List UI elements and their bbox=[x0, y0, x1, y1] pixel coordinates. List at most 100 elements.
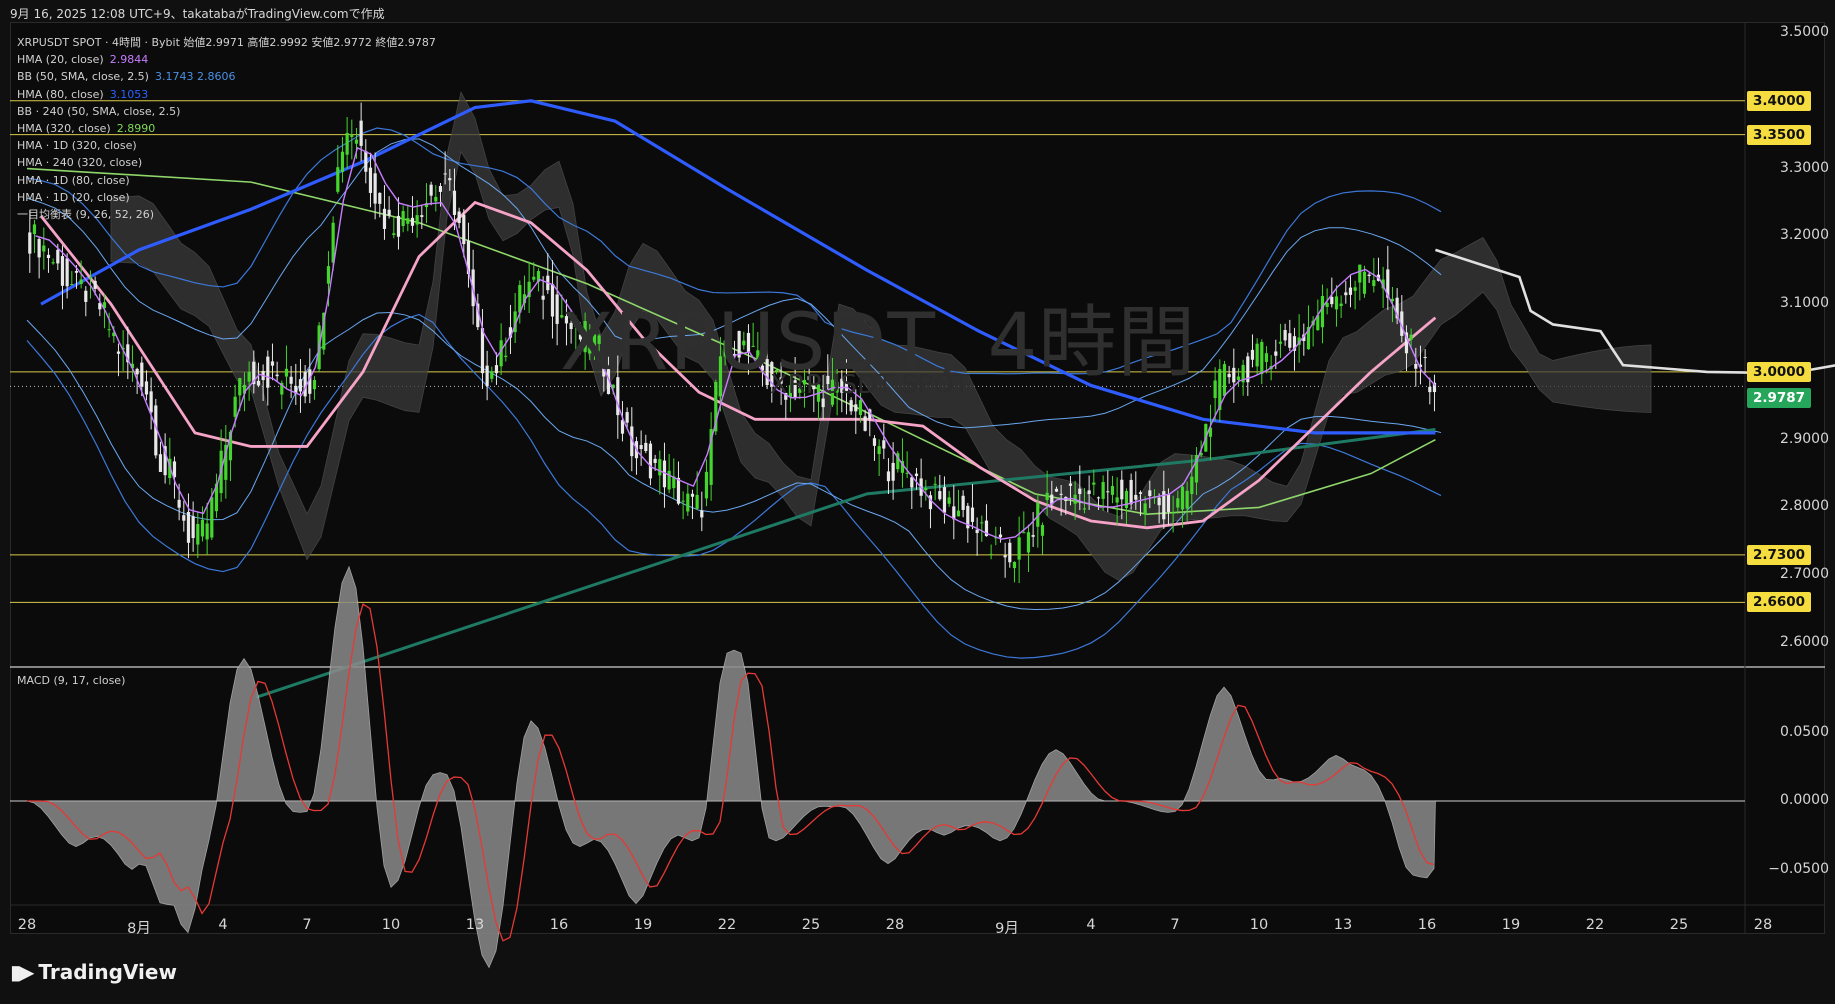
tradingview-brand: TradingView bbox=[38, 960, 177, 984]
candle-body bbox=[947, 497, 951, 504]
legend-value: 3.1743 2.8606 bbox=[154, 70, 236, 84]
tradingview-logo-icon: ▮▶ bbox=[10, 960, 34, 984]
candle-body bbox=[1106, 491, 1110, 493]
candle-body bbox=[210, 497, 214, 538]
candle-body bbox=[914, 473, 919, 477]
legend-row[interactable]: HMA (20, close) 2.9844 bbox=[17, 51, 436, 68]
legend-row[interactable]: 一目均衡表 (9, 26, 52, 26) bbox=[17, 206, 436, 223]
legend-value: 2.9844 bbox=[109, 53, 149, 67]
candle-body bbox=[298, 379, 303, 392]
candle-body bbox=[1166, 494, 1171, 512]
candle-body bbox=[961, 495, 965, 510]
candle-body bbox=[256, 380, 261, 386]
candle-body bbox=[1348, 287, 1353, 295]
candle-body bbox=[886, 471, 891, 482]
macd-axis-label: −0.0500 bbox=[1768, 860, 1829, 877]
candle-body bbox=[1339, 303, 1343, 307]
price-axis-label: 3.3000 bbox=[1780, 159, 1829, 176]
legend-row[interactable]: HMA · 1D (80, close) bbox=[17, 172, 436, 189]
candle-body bbox=[462, 214, 466, 245]
candle-body bbox=[1264, 353, 1269, 362]
candle-body bbox=[149, 391, 153, 413]
legend-value: 2.8990 bbox=[116, 121, 156, 135]
macd-legend: MACD (9, 17, close) bbox=[17, 674, 126, 687]
time-axis-label: 28 bbox=[1753, 917, 1773, 933]
candle-body bbox=[88, 277, 93, 279]
candle-body bbox=[191, 516, 195, 539]
candle-body bbox=[74, 271, 79, 273]
legend-label: 一目均衡表 (9, 26, 52, 26) bbox=[17, 207, 155, 221]
legend-row[interactable]: XRPUSDT SPOT · 4時間 · Bybit 始値2.9971 高値2.… bbox=[17, 34, 436, 51]
candle-body bbox=[658, 459, 662, 476]
time-axis-label: 28 bbox=[885, 917, 905, 933]
legend-row[interactable]: HMA (80, close) 3.1053 bbox=[17, 86, 436, 103]
legend-row[interactable]: HMA · 1D (20, close) bbox=[17, 189, 436, 206]
candle-body bbox=[667, 470, 671, 490]
candle-body bbox=[37, 239, 41, 258]
current-price-tag: 2.9787 bbox=[1747, 388, 1811, 409]
legend-row[interactable]: HMA · 1D (320, close) bbox=[17, 137, 436, 154]
candle-body bbox=[1087, 490, 1091, 494]
time-axis-label: 16 bbox=[549, 917, 569, 933]
macd-axis-label: 0.0500 bbox=[1780, 723, 1829, 740]
candle-body bbox=[1012, 561, 1017, 569]
candle-body bbox=[1143, 503, 1147, 515]
candle-body bbox=[84, 290, 88, 302]
candle-body bbox=[625, 412, 629, 423]
candle-body bbox=[65, 258, 69, 287]
candle-body bbox=[648, 443, 653, 479]
candle-body bbox=[1260, 341, 1264, 375]
candle-body bbox=[1283, 330, 1287, 341]
time-axis-label: 19 bbox=[633, 917, 653, 933]
symbol-watermark-sub: XRPUSDT SPOT bbox=[770, 370, 970, 400]
candle-body bbox=[1367, 274, 1371, 276]
candle-body bbox=[1096, 497, 1101, 499]
candle-body bbox=[494, 365, 499, 374]
candle-body bbox=[42, 245, 46, 252]
candle-body bbox=[863, 416, 867, 431]
candle-body bbox=[312, 380, 317, 390]
macd-histogram bbox=[26, 565, 1436, 969]
time-axis-label: 22 bbox=[717, 917, 737, 933]
candle-body bbox=[1134, 494, 1138, 500]
price-axis-label: 3.5000 bbox=[1780, 24, 1829, 40]
candle-body bbox=[1362, 271, 1367, 294]
level-price-tag: 3.0000 bbox=[1747, 361, 1811, 382]
candle-body bbox=[93, 280, 97, 289]
legend-row[interactable]: HMA (320, close) 2.8990 bbox=[17, 120, 436, 137]
candle-body bbox=[1358, 264, 1362, 283]
indicator-legend: XRPUSDT SPOT · 4時間 · Bybit 始値2.9971 高値2.… bbox=[17, 34, 436, 223]
candle-body bbox=[532, 276, 536, 280]
legend-label: HMA (20, close) bbox=[17, 53, 104, 67]
candle-body bbox=[275, 374, 279, 377]
candle-body bbox=[1334, 296, 1339, 310]
time-axis-label: 4 bbox=[1086, 917, 1096, 933]
candle-body bbox=[681, 500, 685, 502]
candle-body bbox=[266, 356, 270, 388]
candle-body bbox=[270, 361, 275, 366]
candle-body bbox=[686, 493, 690, 512]
candle-body bbox=[28, 232, 32, 254]
candle-body bbox=[1115, 497, 1119, 503]
candle-body bbox=[32, 224, 37, 235]
candle-body bbox=[970, 507, 975, 522]
candle-body bbox=[79, 279, 83, 285]
macd-axis-label: 0.0000 bbox=[1780, 792, 1829, 808]
candle-body bbox=[177, 499, 181, 508]
candle-body bbox=[1040, 525, 1045, 536]
candle-body bbox=[1092, 482, 1096, 485]
time-axis-label: 10 bbox=[1249, 917, 1269, 933]
candle-body bbox=[1082, 508, 1087, 510]
time-axis-label: 9月 bbox=[995, 921, 1019, 937]
tradingview-footer[interactable]: ▮▶ TradingView bbox=[10, 960, 177, 984]
price-axis-label: 3.2000 bbox=[1780, 227, 1829, 244]
candle-body bbox=[452, 190, 457, 215]
candle-body bbox=[877, 446, 881, 455]
candle-body bbox=[200, 519, 205, 537]
legend-label: HMA (320, close) bbox=[17, 121, 111, 135]
candle-body bbox=[1008, 542, 1012, 563]
legend-row[interactable]: BB · 240 (50, SMA, close, 2.5) bbox=[17, 103, 436, 120]
legend-label: BB (50, SMA, close, 2.5) bbox=[17, 70, 149, 84]
legend-row[interactable]: HMA · 240 (320, close) bbox=[17, 154, 436, 171]
legend-row[interactable]: BB (50, SMA, close, 2.5) 3.1743 2.8606 bbox=[17, 68, 436, 85]
